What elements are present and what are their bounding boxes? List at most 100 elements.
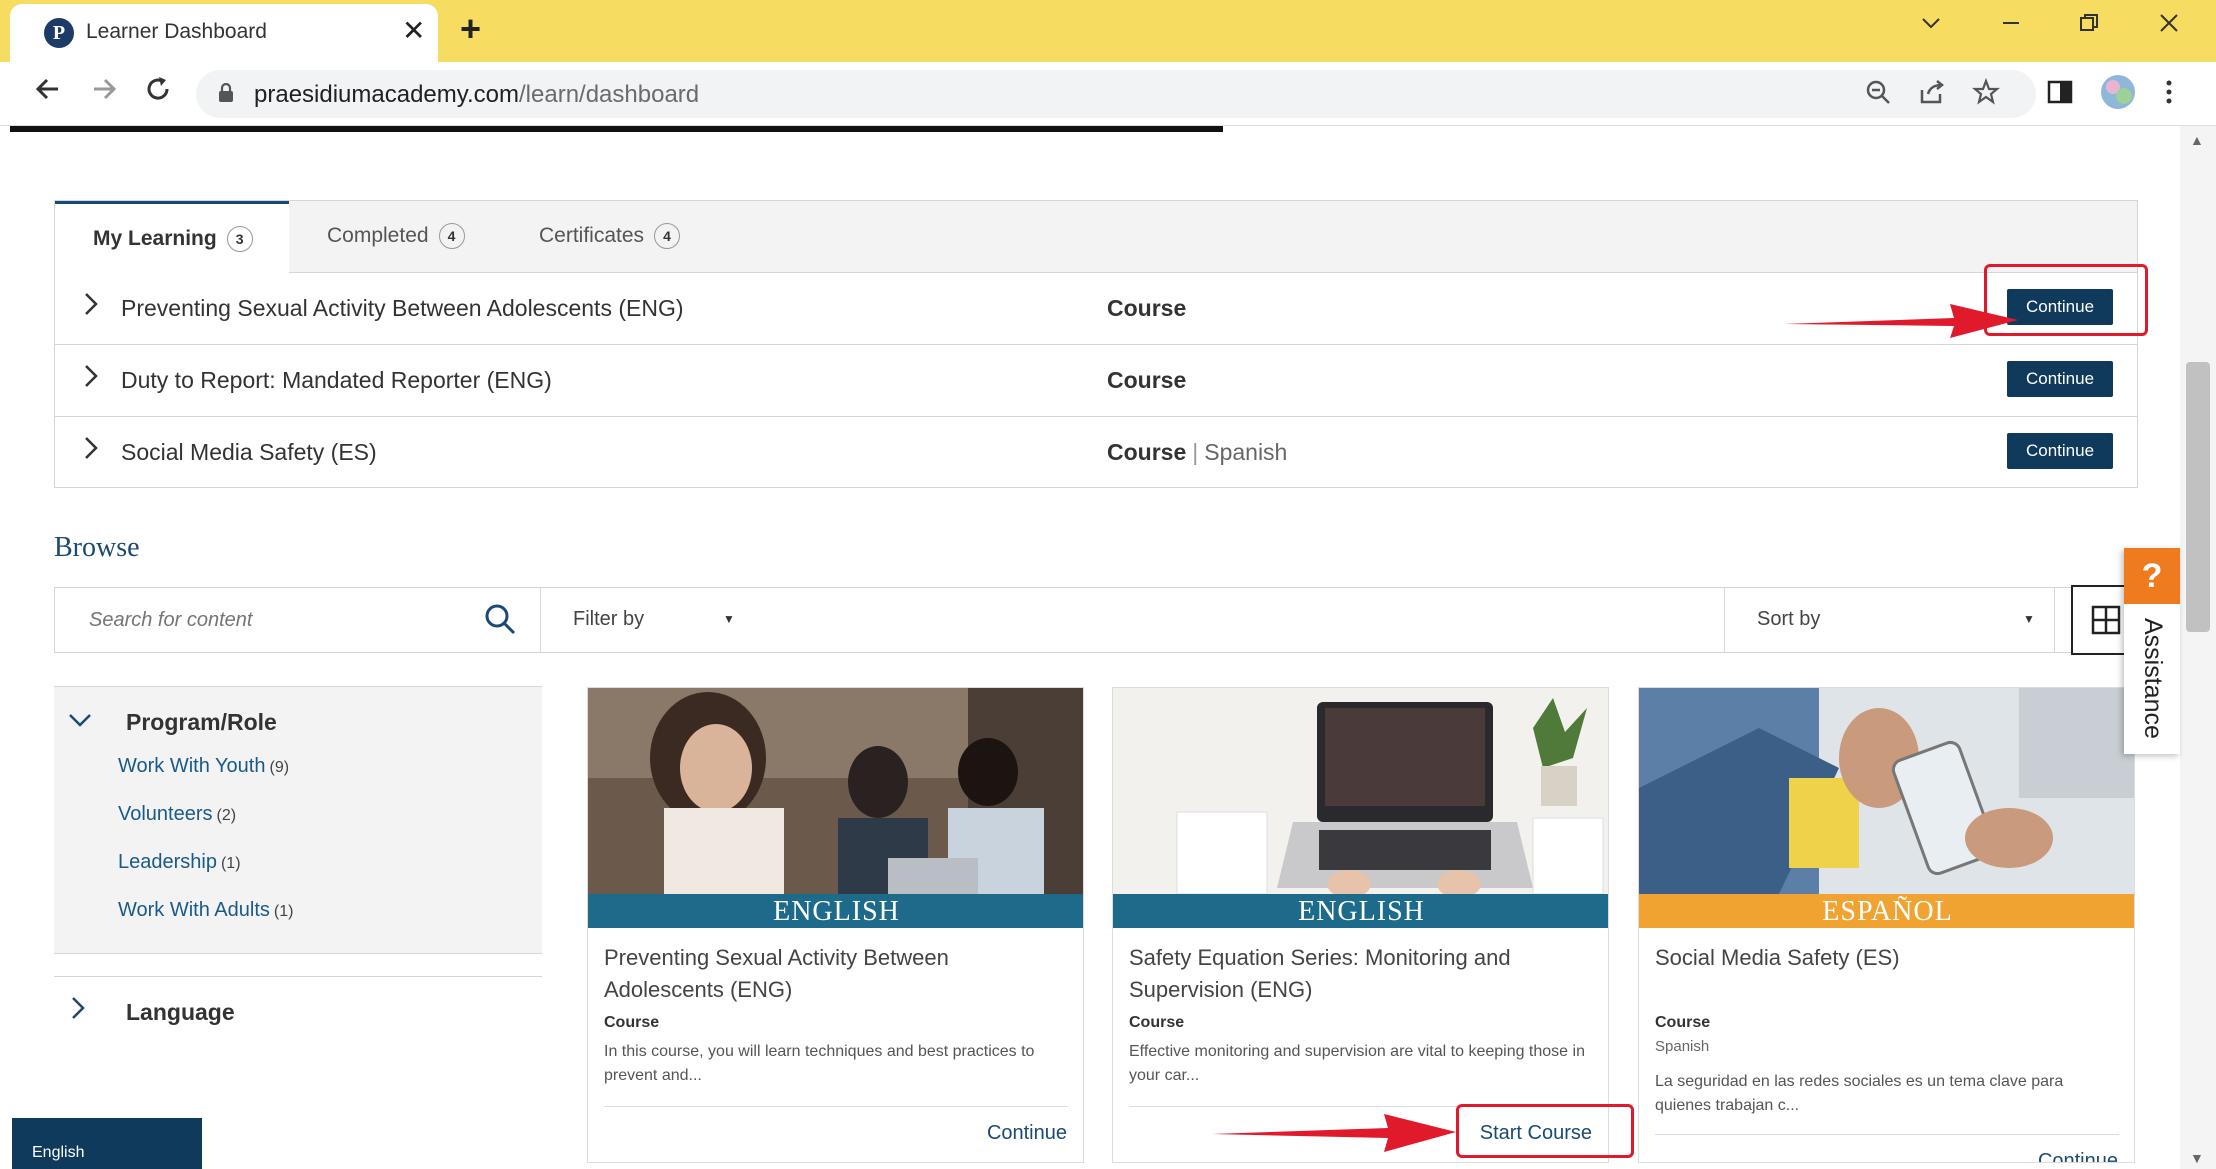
card-divider <box>1655 1134 2119 1135</box>
bookmark-star-icon[interactable] <box>1971 77 2001 113</box>
minimize-window-icon[interactable] <box>2000 10 2022 41</box>
course-card[interactable]: ENGLISH Safety Equation Series: Monitori… <box>1112 687 1609 1163</box>
help-icon[interactable]: ? <box>2124 548 2180 604</box>
chevron-right-icon[interactable] <box>70 995 86 1028</box>
filter-section-title[interactable]: Program/Role <box>126 709 277 736</box>
filter-item-count: (2) <box>216 807 237 824</box>
scroll-down-icon[interactable]: ▼ <box>2190 1150 2204 1166</box>
chevron-down-icon[interactable] <box>68 707 92 735</box>
card-type: Course <box>1129 1014 1185 1031</box>
course-thumbnail <box>1113 688 1608 894</box>
course-title: Preventing Sexual Activity Between Adole… <box>121 295 684 321</box>
count-badge: 4 <box>438 223 465 250</box>
continue-button[interactable]: Continue <box>2007 361 2113 397</box>
tab-my-learning[interactable]: My Learning 3 <box>55 201 289 274</box>
learning-row[interactable]: Social Media Safety (ES) Course | Spanish … <box>55 417 2137 489</box>
filter-item-work-with-youth[interactable]: Work With Youth (9) <box>118 755 289 778</box>
language-selector[interactable]: English <box>12 1118 202 1169</box>
site-favicon-icon: P <box>44 18 74 48</box>
card-description: Effective monitoring and supervision are… <box>1129 1043 1585 1084</box>
browser-menu-icon[interactable] <box>2164 78 2174 113</box>
tab-certificates[interactable]: Certificates 4 <box>539 201 719 273</box>
learning-tabs: My Learning 3 Completed 4 Certificates 4 <box>55 201 2137 274</box>
course-type: Course <box>1107 295 1187 321</box>
filter-item-leadership[interactable]: Leadership (1) <box>118 851 241 874</box>
chevron-right-icon[interactable] <box>83 291 99 324</box>
sort-label: Sort by <box>1757 608 1821 630</box>
course-card[interactable]: ESPAÑOL Social Media Safety (ES) Course … <box>1638 687 2135 1163</box>
url-path: /learn/dashboard <box>519 81 700 108</box>
url-host: praesidiumacademy.com <box>254 81 519 108</box>
highlight-box <box>1456 1104 1634 1158</box>
close-window-icon[interactable] <box>2158 10 2180 41</box>
reload-icon[interactable] <box>144 74 172 111</box>
language-filter[interactable]: Language <box>54 976 542 1048</box>
assistance-widget[interactable]: ? Assistance <box>2124 548 2180 754</box>
language-banner: ESPAÑOL <box>1639 894 2134 928</box>
card-continue-link[interactable]: Continue <box>2038 1150 2118 1162</box>
course-title: Duty to Report: Mandated Reporter (ENG) <box>121 367 552 393</box>
side-panel-icon[interactable] <box>2046 78 2074 113</box>
card-description: La seguridad en las redes sociales es un… <box>1655 1073 2064 1114</box>
restore-window-icon[interactable] <box>2078 10 2100 41</box>
caret-down-icon: ▼ <box>2023 612 2035 626</box>
page-header-edge <box>10 126 1223 132</box>
filter-item-label: Volunteers <box>118 803 213 825</box>
course-type-label: Course <box>1107 439 1187 465</box>
search-icon[interactable] <box>483 602 517 636</box>
card-description: In this course, you will learn technique… <box>604 1043 1035 1084</box>
scroll-up-icon[interactable]: ▲ <box>2190 132 2204 148</box>
tab-label: Certificates <box>539 224 645 247</box>
chevron-right-icon[interactable] <box>83 435 99 468</box>
tab-title: Learner Dashboard <box>86 20 267 43</box>
course-card[interactable]: ENGLISH Preventing Sexual Activity Betwe… <box>587 687 1084 1163</box>
scrollbar-track[interactable] <box>2180 126 2216 1169</box>
separator: | <box>1192 439 1199 465</box>
language-banner: ENGLISH <box>588 894 1083 928</box>
continue-button[interactable]: Continue <box>2007 433 2113 469</box>
language-banner: ENGLISH <box>1113 894 1608 928</box>
my-learning-panel: My Learning 3 Completed 4 Certificates 4 Pr… <box>54 200 2138 488</box>
tab-label: My Learning <box>93 227 217 250</box>
filter-item-count: (1) <box>220 855 241 872</box>
tab-completed[interactable]: Completed 4 <box>327 201 487 273</box>
browser-tab[interactable]: P Learner Dashboard ✕ <box>10 4 438 62</box>
course-thumbnail <box>1639 688 2134 894</box>
search-input[interactable] <box>89 606 469 634</box>
back-arrow-icon[interactable] <box>34 74 62 111</box>
browse-heading: Browse <box>54 532 140 563</box>
card-language: Spanish <box>1655 1038 1710 1055</box>
count-badge: 3 <box>226 226 253 253</box>
scrollbar-thumb[interactable] <box>2186 362 2210 632</box>
tab-search-chevron-icon[interactable] <box>1920 10 1942 41</box>
course-type: Course <box>1107 367 1187 393</box>
profile-avatar-icon[interactable] <box>2100 74 2136 117</box>
forward-arrow-icon[interactable] <box>90 74 118 111</box>
tab-close-icon[interactable]: ✕ <box>402 14 425 47</box>
card-continue-link[interactable]: Continue <box>987 1122 1067 1145</box>
chevron-right-icon[interactable] <box>83 363 99 396</box>
filter-item-volunteers[interactable]: Volunteers (2) <box>118 803 236 826</box>
caret-down-icon: ▼ <box>723 612 735 626</box>
share-icon[interactable] <box>1918 78 1946 113</box>
filter-item-work-with-adults[interactable]: Work With Adults (1) <box>118 899 293 922</box>
card-divider <box>604 1106 1068 1107</box>
sort-dropdown[interactable]: Sort by ▼ <box>1725 588 2055 652</box>
card-type: Course <box>1655 1014 1711 1031</box>
browser-tab-bar: P Learner Dashboard ✕ + <box>0 0 2216 62</box>
new-tab-button[interactable]: + <box>460 8 481 50</box>
program-role-filter: Program/Role Work With Youth (9) Voluntee… <box>54 686 542 954</box>
assistance-label[interactable]: Assistance <box>2138 618 2167 739</box>
card-title: Preventing Sexual Activity Between Adole… <box>604 945 949 1002</box>
grid-icon <box>2091 605 2121 635</box>
course-language: Spanish <box>1204 439 1288 465</box>
search-box <box>55 588 541 652</box>
zoom-icon[interactable] <box>1864 78 1892 113</box>
red-arrow-icon <box>1212 1114 1456 1152</box>
filter-dropdown[interactable]: Filter by ▼ <box>541 588 1725 652</box>
learning-row[interactable]: Duty to Report: Mandated Reporter (ENG) … <box>55 345 2137 417</box>
filter-section-title: Language <box>126 999 235 1025</box>
url-field[interactable]: praesidiumacademy.com/learn/dashboard <box>196 70 2036 118</box>
lock-icon[interactable] <box>218 83 234 103</box>
url-text: praesidiumacademy.com/learn/dashboard <box>254 81 699 109</box>
